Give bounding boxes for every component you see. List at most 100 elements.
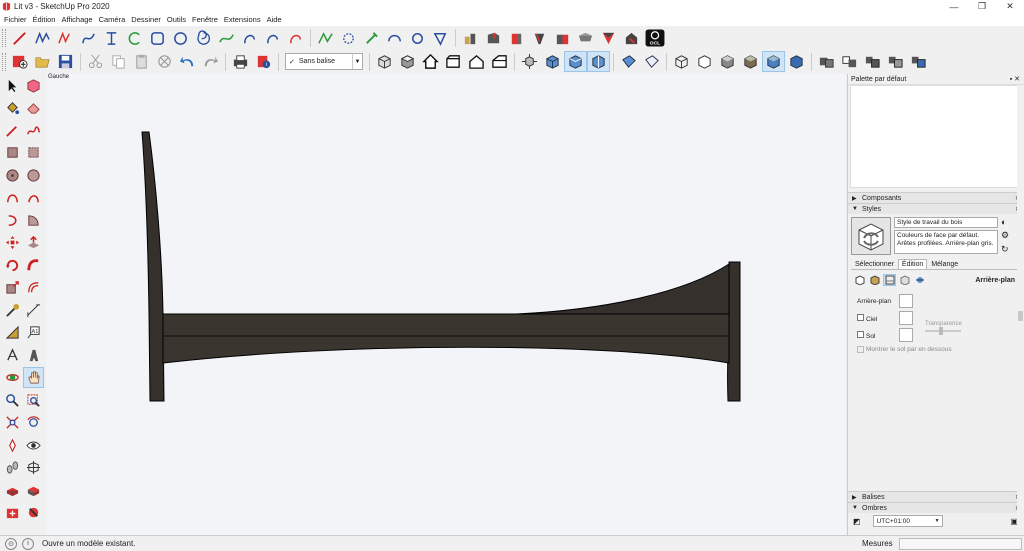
iso-icon[interactable] [373,51,396,72]
toolbar-grip[interactable] [2,29,6,47]
back-edges-icon[interactable] [640,51,663,72]
shaded-icon[interactable] [716,51,739,72]
menu-dessiner[interactable]: Dessiner [129,13,165,26]
make-component-icon[interactable] [23,75,44,96]
toolbar-grip[interactable] [2,52,6,71]
tab-edition[interactable]: Édition [897,259,928,269]
extension-4-icon[interactable] [459,28,482,49]
text-icon[interactable]: A1 [23,322,44,343]
arc-2pt-icon[interactable] [77,28,100,49]
freehand-tool-icon[interactable] [23,120,44,141]
bezier-icon[interactable] [192,28,215,49]
protractor-icon[interactable] [2,322,23,343]
sky-color-swatch[interactable] [899,311,913,325]
walk-icon[interactable] [2,457,23,478]
follow-me-tool-icon[interactable] [23,255,44,276]
front-icon[interactable] [419,51,442,72]
extension-7-icon[interactable] [528,28,551,49]
model-info-icon[interactable]: i [252,51,275,72]
extension-2-icon[interactable] [406,28,429,49]
section-plane-tool-icon[interactable] [23,457,44,478]
pie-icon[interactable] [215,28,238,49]
zoom-icon[interactable] [2,390,23,411]
extension-5-icon[interactable] [482,28,505,49]
cut-icon[interactable] [84,51,107,72]
open-icon[interactable] [31,51,54,72]
circle-icon[interactable] [123,28,146,49]
section-styles[interactable]: ▼ Styles ✕ [848,203,1024,214]
freehand-icon[interactable] [31,28,54,49]
ocl-icon[interactable]: OCL [643,28,667,49]
arc-tool-icon[interactable] [2,187,23,208]
minimize-button[interactable]: — [940,0,968,13]
rotated-rectangle-icon[interactable] [238,28,261,49]
ground-checkbox[interactable] [857,330,864,338]
measurements-field[interactable] [899,538,1022,550]
add-style-icon[interactable]: ◐ [1001,217,1009,227]
geo-location-icon[interactable]: ⊙ [5,537,17,550]
section-balises[interactable]: ▶ Balises ✕ [848,491,1024,502]
tray-scrollbar[interactable] [1017,85,1024,535]
component-3-icon[interactable] [861,51,884,72]
update-style-icon[interactable]: ↻ [1001,244,1009,255]
extension-6-icon[interactable] [505,28,528,49]
polygon-icon[interactable] [146,28,169,49]
right-icon[interactable] [442,51,465,72]
freehand-curve-icon[interactable] [169,28,192,49]
axes-icon[interactable] [2,345,23,366]
section-ombres[interactable]: ▼ Ombres ✕ [848,502,1024,513]
move-icon[interactable] [2,232,23,253]
component-5-icon[interactable] [907,51,930,72]
pan-icon[interactable] [23,367,44,389]
tag-selector[interactable]: ✓ Sans balise ▼ [285,53,363,70]
tape-measure-icon[interactable] [2,300,23,321]
new-model-icon[interactable] [8,51,31,72]
arc-2pt-tool-icon[interactable] [23,187,44,208]
details-icon[interactable]: ⚙ [1001,230,1009,241]
menu-camera[interactable]: Caméra [97,13,130,26]
ground-color-swatch[interactable] [899,328,913,342]
timezone-select[interactable]: UTC+01:00 ▼ [872,515,943,527]
top-icon[interactable] [396,51,419,72]
scale-icon[interactable] [2,277,23,298]
perspective-icon[interactable] [541,51,564,72]
style-thumbnail[interactable] [851,217,891,255]
position-camera-icon[interactable] [2,435,23,456]
section-fill-icon[interactable] [587,51,610,72]
paste-icon[interactable] [130,51,153,72]
component-4-icon[interactable] [884,51,907,72]
follow-me-icon[interactable] [261,28,284,49]
redo-icon[interactable] [199,51,222,72]
offset-icon[interactable] [284,28,307,49]
menu-aide[interactable]: Aide [265,13,286,26]
previous-view-icon[interactable] [23,412,44,433]
menu-fichier[interactable]: Fichier [2,13,31,26]
extension-8-icon[interactable] [551,28,574,49]
chevron-down-icon[interactable]: ▼ [352,54,362,69]
face-settings-icon[interactable] [868,274,881,286]
paint-bucket-icon[interactable] [2,97,23,118]
rectangle-icon[interactable] [100,28,123,49]
wireframe-icon[interactable] [670,51,693,72]
pin-icon[interactable]: ▪ ✕ [1010,75,1020,83]
menu-outils[interactable]: Outils [165,13,190,26]
pencil-icon[interactable] [2,120,23,141]
left-icon[interactable] [488,51,511,72]
copy-icon[interactable] [107,51,130,72]
menu-affichage[interactable]: Affichage [59,13,96,26]
line-icon[interactable] [8,28,31,49]
extension-3-icon[interactable] [429,28,452,49]
watermark-settings-icon[interactable] [898,274,911,286]
shadow-toggle-icon[interactable]: ◩ [853,517,861,526]
undo-icon[interactable] [176,51,199,72]
menu-fenetre[interactable]: Fenêtre [190,13,222,26]
extension-warehouse-icon[interactable] [23,502,44,523]
background-settings-icon[interactable] [883,274,896,286]
orbit-icon[interactable] [2,367,23,388]
pie-tool-icon[interactable] [23,210,44,231]
zoom-extents-tool-icon[interactable] [2,412,23,433]
menu-extensions[interactable]: Extensions [222,13,265,26]
circle-tool-icon[interactable] [2,165,23,186]
style-name-field[interactable]: Style de travail du bois [894,217,998,228]
background-color-swatch[interactable] [899,294,913,308]
